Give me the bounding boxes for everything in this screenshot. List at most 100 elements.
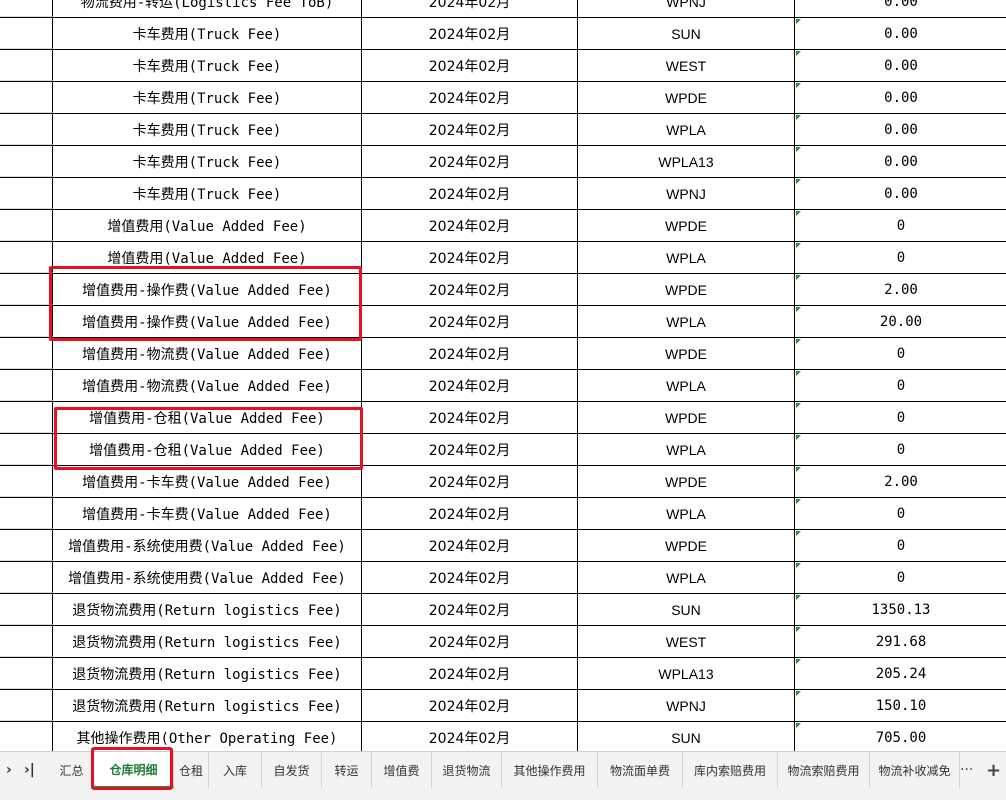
- row-header[interactable]: [0, 18, 53, 49]
- month-cell[interactable]: 2024年02月: [362, 466, 578, 497]
- fee-type-cell[interactable]: 增值费用-操作费(Value Added Fee): [53, 306, 362, 337]
- amount-cell[interactable]: 0: [795, 242, 1006, 273]
- month-cell[interactable]: 2024年02月: [362, 114, 578, 145]
- sheet-tab[interactable]: 其他操作费用: [502, 752, 598, 788]
- last-sheet-button[interactable]: ›|: [24, 752, 35, 788]
- row-header[interactable]: [0, 50, 53, 81]
- row-header[interactable]: [0, 210, 53, 241]
- sheet-tab[interactable]: 仓租: [174, 752, 209, 788]
- amount-cell[interactable]: 0.00: [795, 178, 1006, 209]
- row-header[interactable]: [0, 178, 53, 209]
- fee-type-cell[interactable]: 增值费用-卡车费(Value Added Fee): [53, 466, 362, 497]
- fee-type-cell[interactable]: 退货物流费用(Return logistics Fee): [53, 658, 362, 689]
- next-sheet-button[interactable]: ›: [6, 752, 12, 788]
- month-cell[interactable]: 2024年02月: [362, 402, 578, 433]
- fee-type-cell[interactable]: 退货物流费用(Return logistics Fee): [53, 690, 362, 721]
- more-tabs-button[interactable]: ···: [960, 752, 973, 788]
- row-header[interactable]: [0, 658, 53, 689]
- fee-type-cell[interactable]: 增值费用-仓租(Value Added Fee): [53, 402, 362, 433]
- warehouse-cell[interactable]: WPLA: [578, 370, 795, 401]
- warehouse-cell[interactable]: WPLA: [578, 242, 795, 273]
- month-cell[interactable]: 2024年02月: [362, 690, 578, 721]
- row-header[interactable]: [0, 562, 53, 593]
- row-header[interactable]: [0, 466, 53, 497]
- fee-type-cell[interactable]: 增值费用-卡车费(Value Added Fee): [53, 498, 362, 529]
- row-header[interactable]: [0, 242, 53, 273]
- warehouse-cell[interactable]: WEST: [578, 626, 795, 657]
- month-cell[interactable]: 2024年02月: [362, 306, 578, 337]
- month-cell[interactable]: 2024年02月: [362, 18, 578, 49]
- fee-type-cell[interactable]: 增值费用-操作费(Value Added Fee): [53, 274, 362, 305]
- sheet-tab[interactable]: 入库: [209, 752, 262, 788]
- month-cell[interactable]: 2024年02月: [362, 242, 578, 273]
- amount-cell[interactable]: 0: [795, 530, 1006, 561]
- sheet-tab[interactable]: 物流索赔费用: [778, 752, 870, 788]
- fee-type-cell[interactable]: 卡车费用(Truck Fee): [53, 146, 362, 177]
- sheet-tab[interactable]: 汇总: [50, 752, 94, 788]
- row-header[interactable]: [0, 82, 53, 113]
- fee-type-cell[interactable]: 增值费用(Value Added Fee): [53, 242, 362, 273]
- amount-cell[interactable]: 1350.13: [795, 594, 1006, 625]
- warehouse-cell[interactable]: WPDE: [578, 274, 795, 305]
- fee-type-cell[interactable]: 增值费用-物流费(Value Added Fee): [53, 338, 362, 369]
- month-cell[interactable]: 2024年02月: [362, 274, 578, 305]
- row-header[interactable]: [0, 370, 53, 401]
- month-cell[interactable]: 2024年02月: [362, 0, 578, 17]
- warehouse-cell[interactable]: WPLA13: [578, 146, 795, 177]
- amount-cell[interactable]: 0.00: [795, 18, 1006, 49]
- amount-cell[interactable]: 0.00: [795, 82, 1006, 113]
- amount-cell[interactable]: 0: [795, 370, 1006, 401]
- month-cell[interactable]: 2024年02月: [362, 434, 578, 465]
- fee-type-cell[interactable]: 卡车费用(Truck Fee): [53, 178, 362, 209]
- row-header[interactable]: [0, 626, 53, 657]
- warehouse-cell[interactable]: WPNJ: [578, 0, 795, 17]
- month-cell[interactable]: 2024年02月: [362, 562, 578, 593]
- row-header[interactable]: [0, 530, 53, 561]
- warehouse-cell[interactable]: WPLA13: [578, 658, 795, 689]
- row-header[interactable]: [0, 146, 53, 177]
- warehouse-cell[interactable]: WPLA: [578, 562, 795, 593]
- month-cell[interactable]: 2024年02月: [362, 530, 578, 561]
- month-cell[interactable]: 2024年02月: [362, 722, 578, 751]
- amount-cell[interactable]: 0.00: [795, 0, 1006, 17]
- fee-type-cell[interactable]: 退货物流费用(Return logistics Fee): [53, 626, 362, 657]
- fee-type-cell[interactable]: 增值费用-系统使用费(Value Added Fee): [53, 562, 362, 593]
- month-cell[interactable]: 2024年02月: [362, 370, 578, 401]
- warehouse-cell[interactable]: WPLA: [578, 434, 795, 465]
- amount-cell[interactable]: 0: [795, 498, 1006, 529]
- fee-type-cell[interactable]: 增值费用-物流费(Value Added Fee): [53, 370, 362, 401]
- month-cell[interactable]: 2024年02月: [362, 626, 578, 657]
- amount-cell[interactable]: 150.10: [795, 690, 1006, 721]
- warehouse-cell[interactable]: SUN: [578, 18, 795, 49]
- row-header[interactable]: [0, 274, 53, 305]
- fee-type-cell[interactable]: 增值费用-系统使用费(Value Added Fee): [53, 530, 362, 561]
- sheet-tab[interactable]: 物流面单费: [598, 752, 683, 788]
- sheet-tab[interactable]: 库内索赔费用: [683, 752, 778, 788]
- row-header[interactable]: [0, 594, 53, 625]
- warehouse-cell[interactable]: WPDE: [578, 338, 795, 369]
- month-cell[interactable]: 2024年02月: [362, 210, 578, 241]
- row-header[interactable]: [0, 434, 53, 465]
- month-cell[interactable]: 2024年02月: [362, 338, 578, 369]
- warehouse-cell[interactable]: WEST: [578, 50, 795, 81]
- warehouse-cell[interactable]: WPDE: [578, 530, 795, 561]
- warehouse-cell[interactable]: WPLA: [578, 306, 795, 337]
- amount-cell[interactable]: 0: [795, 434, 1006, 465]
- amount-cell[interactable]: 0.00: [795, 114, 1006, 145]
- warehouse-cell[interactable]: WPLA: [578, 114, 795, 145]
- fee-type-cell[interactable]: 卡车费用(Truck Fee): [53, 50, 362, 81]
- amount-cell[interactable]: 2.00: [795, 274, 1006, 305]
- month-cell[interactable]: 2024年02月: [362, 594, 578, 625]
- row-header[interactable]: [0, 402, 53, 433]
- warehouse-cell[interactable]: SUN: [578, 722, 795, 751]
- amount-cell[interactable]: 0.00: [795, 50, 1006, 81]
- amount-cell[interactable]: 0: [795, 562, 1006, 593]
- month-cell[interactable]: 2024年02月: [362, 658, 578, 689]
- row-header[interactable]: [0, 306, 53, 337]
- amount-cell[interactable]: 0.00: [795, 146, 1006, 177]
- amount-cell[interactable]: 0: [795, 402, 1006, 433]
- sheet-tab[interactable]: 转运: [322, 752, 372, 788]
- amount-cell[interactable]: 0: [795, 210, 1006, 241]
- add-sheet-button[interactable]: +: [986, 752, 1001, 788]
- warehouse-cell[interactable]: WPDE: [578, 402, 795, 433]
